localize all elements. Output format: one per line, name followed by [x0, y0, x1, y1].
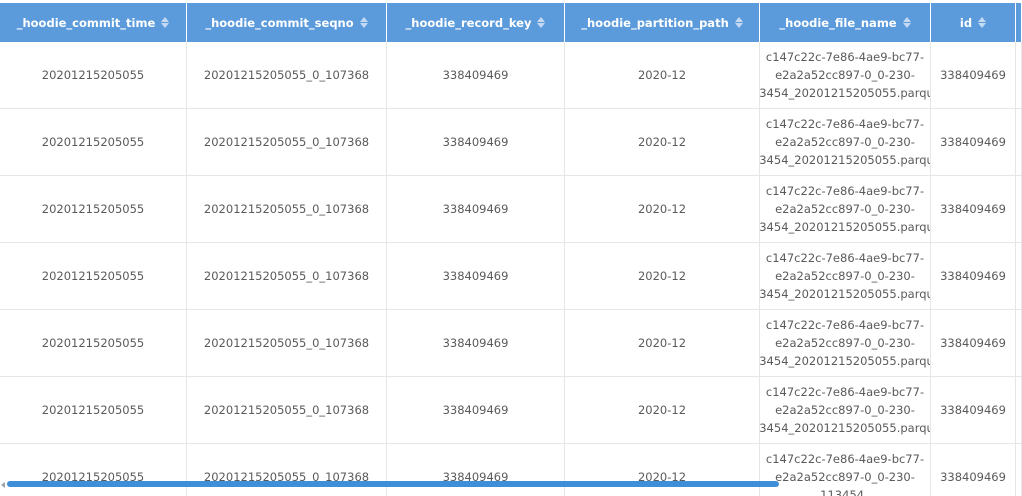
scroll-left-arrow-icon[interactable] — [1, 482, 5, 488]
cell-commit-time: 20201215205055 — [0, 42, 187, 108]
cell-overflow — [1016, 444, 1022, 496]
sort-arrows-icon[interactable] — [359, 17, 368, 28]
column-header-label: _hoodie_commit_time — [16, 15, 156, 30]
column-header-file-name[interactable]: _hoodie_file_name — [760, 3, 931, 42]
column-header-commit-seqno[interactable]: _hoodie_commit_seqno — [187, 3, 387, 42]
cell-commit-seqno: 20201215205055_0_107368 — [187, 243, 387, 309]
cell-id: 338409469 — [931, 176, 1016, 242]
cell-commit-seqno: 20201215205055_0_107368 — [187, 109, 387, 175]
sort-arrows-icon[interactable] — [734, 17, 743, 28]
column-header-label: _hoodie_commit_seqno — [205, 15, 354, 30]
table-row[interactable]: 20201215205055 20201215205055_0_107368 3… — [0, 310, 1022, 377]
table-row[interactable]: 20201215205055 20201215205055_0_107368 3… — [0, 377, 1022, 444]
cell-partition-path: 2020-12 — [565, 42, 760, 108]
table-row[interactable]: 20201215205055 20201215205055_0_107368 3… — [0, 109, 1022, 176]
cell-commit-time: 20201215205055 — [0, 310, 187, 376]
cell-file-name: c147c22c-7e86-4ae9-bc77-e2a2a52cc897-0_0… — [760, 310, 931, 376]
cell-commit-time: 20201215205055 — [0, 243, 187, 309]
cell-commit-seqno: 20201215205055_0_107368 — [187, 42, 387, 108]
cell-file-name: c147c22c-7e86-4ae9-bc77-e2a2a52cc897-0_0… — [760, 377, 931, 443]
table-header: _hoodie_commit_time _hoodie_commit_seqno… — [0, 3, 1022, 42]
cell-id: 338409469 — [931, 243, 1016, 309]
column-header-overflow — [1016, 3, 1022, 42]
cell-commit-seqno: 20201215205055_0_107368 — [187, 310, 387, 376]
table-row[interactable]: 20201215205055 20201215205055_0_107368 3… — [0, 176, 1022, 243]
cell-record-key: 338409469 — [387, 42, 565, 108]
cell-commit-time: 20201215205055 — [0, 176, 187, 242]
sort-arrows-icon[interactable] — [537, 17, 546, 28]
cell-id: 338409469 — [931, 377, 1016, 443]
cell-partition-path: 2020-12 — [565, 310, 760, 376]
cell-partition-path: 2020-12 — [565, 243, 760, 309]
column-header-commit-time[interactable]: _hoodie_commit_time — [0, 3, 187, 42]
cell-id: 338409469 — [931, 42, 1016, 108]
cell-record-key: 338409469 — [387, 109, 565, 175]
cell-overflow — [1016, 42, 1022, 108]
sort-arrows-icon[interactable] — [902, 17, 911, 28]
cell-commit-time: 20201215205055 — [0, 377, 187, 443]
cell-file-name: c147c22c-7e86-4ae9-bc77-e2a2a52cc897-0_0… — [760, 109, 931, 175]
column-header-label: _hoodie_file_name — [779, 15, 897, 30]
cell-overflow — [1016, 310, 1022, 376]
cell-commit-seqno: 20201215205055_0_107368 — [187, 176, 387, 242]
cell-file-name: c147c22c-7e86-4ae9-bc77-e2a2a52cc897-0_0… — [760, 444, 931, 496]
cell-partition-path: 2020-12 — [565, 444, 760, 496]
cell-file-name: c147c22c-7e86-4ae9-bc77-e2a2a52cc897-0_0… — [760, 42, 931, 108]
cell-commit-seqno: 20201215205055_0_107368 — [187, 377, 387, 443]
sort-arrows-icon[interactable] — [161, 17, 170, 28]
table-row[interactable]: 20201215205055 20201215205055_0_107368 3… — [0, 444, 1022, 496]
cell-id: 338409469 — [931, 444, 1016, 496]
cell-commit-time: 20201215205055 — [0, 444, 187, 496]
cell-commit-seqno: 20201215205055_0_107368 — [187, 444, 387, 496]
cell-commit-time: 20201215205055 — [0, 109, 187, 175]
cell-record-key: 338409469 — [387, 377, 565, 443]
cell-file-name: c147c22c-7e86-4ae9-bc77-e2a2a52cc897-0_0… — [760, 176, 931, 242]
table-body: 20201215205055 20201215205055_0_107368 3… — [0, 42, 1022, 496]
column-header-label: _hoodie_partition_path — [581, 15, 729, 30]
top-edge — [0, 0, 1022, 3]
cell-overflow — [1016, 176, 1022, 242]
sort-arrows-icon[interactable] — [978, 17, 987, 28]
cell-record-key: 338409469 — [387, 444, 565, 496]
data-table: _hoodie_commit_time _hoodie_commit_seqno… — [0, 0, 1022, 496]
cell-partition-path: 2020-12 — [565, 377, 760, 443]
column-header-label: id — [959, 15, 973, 30]
cell-record-key: 338409469 — [387, 310, 565, 376]
horizontal-scrollbar-thumb[interactable] — [7, 481, 779, 487]
cell-overflow — [1016, 109, 1022, 175]
column-header-partition-path[interactable]: _hoodie_partition_path — [565, 3, 760, 42]
cell-id: 338409469 — [931, 310, 1016, 376]
column-header-id[interactable]: id — [931, 3, 1016, 42]
cell-overflow — [1016, 377, 1022, 443]
cell-record-key: 338409469 — [387, 243, 565, 309]
table-row[interactable]: 20201215205055 20201215205055_0_107368 3… — [0, 42, 1022, 109]
cell-partition-path: 2020-12 — [565, 109, 760, 175]
cell-file-name: c147c22c-7e86-4ae9-bc77-e2a2a52cc897-0_0… — [760, 243, 931, 309]
cell-partition-path: 2020-12 — [565, 176, 760, 242]
cell-id: 338409469 — [931, 109, 1016, 175]
cell-record-key: 338409469 — [387, 176, 565, 242]
column-header-record-key[interactable]: _hoodie_record_key — [387, 3, 565, 42]
cell-overflow — [1016, 243, 1022, 309]
column-header-label: _hoodie_record_key — [405, 15, 532, 30]
table-row[interactable]: 20201215205055 20201215205055_0_107368 3… — [0, 243, 1022, 310]
